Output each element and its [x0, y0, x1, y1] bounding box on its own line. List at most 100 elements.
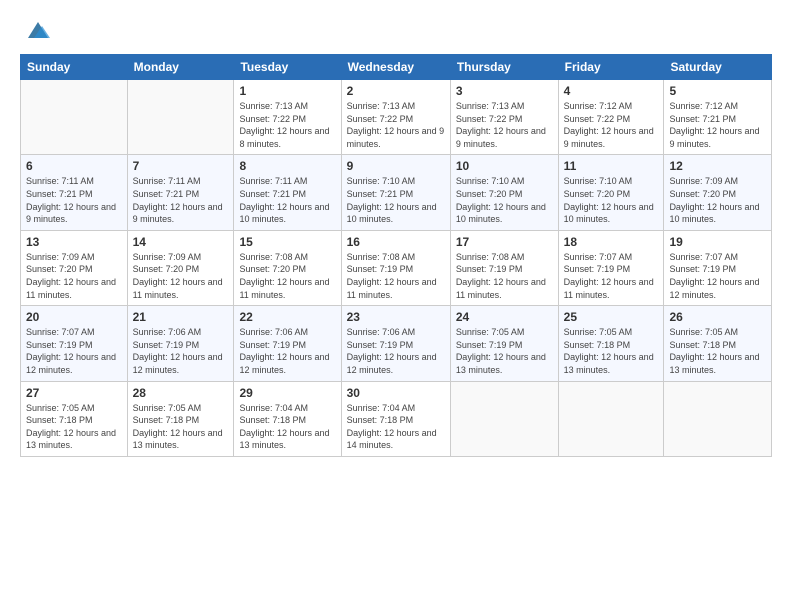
calendar-cell: 25 Sunrise: 7:05 AMSunset: 7:18 PMDayligh… — [558, 306, 664, 381]
day-number: 29 — [239, 386, 335, 400]
col-header-monday: Monday — [127, 55, 234, 80]
day-number: 30 — [347, 386, 445, 400]
day-number: 11 — [564, 159, 659, 173]
calendar-cell: 17 Sunrise: 7:08 AMSunset: 7:19 PMDayligh… — [450, 230, 558, 305]
day-info: Sunrise: 7:04 AMSunset: 7:18 PMDaylight:… — [347, 402, 445, 452]
day-number: 17 — [456, 235, 553, 249]
day-number: 18 — [564, 235, 659, 249]
week-row-5: 27 Sunrise: 7:05 AMSunset: 7:18 PMDayligh… — [21, 381, 772, 456]
day-number: 8 — [239, 159, 335, 173]
col-header-tuesday: Tuesday — [234, 55, 341, 80]
day-info: Sunrise: 7:11 AMSunset: 7:21 PMDaylight:… — [133, 175, 229, 225]
calendar-cell: 8Sunrise: 7:11 AMSunset: 7:21 PMDaylight… — [234, 155, 341, 230]
day-number: 10 — [456, 159, 553, 173]
day-number: 22 — [239, 310, 335, 324]
day-info: Sunrise: 7:13 AMSunset: 7:22 PMDaylight:… — [239, 100, 335, 150]
day-info: Sunrise: 7:11 AMSunset: 7:21 PMDaylight:… — [26, 175, 122, 225]
week-row-2: 6 Sunrise: 7:11 AMSunset: 7:21 PMDaylight… — [21, 155, 772, 230]
calendar-cell: 18 Sunrise: 7:07 AMSunset: 7:19 PMDayligh… — [558, 230, 664, 305]
calendar-cell: 1 Sunrise: 7:13 AMSunset: 7:22 PMDaylight… — [234, 80, 341, 155]
day-info: Sunrise: 7:12 AMSunset: 7:22 PMDaylight:… — [564, 100, 659, 150]
day-info: Sunrise: 7:13 AMSunset: 7:22 PMDaylight:… — [347, 100, 445, 150]
day-number: 6 — [26, 159, 122, 173]
header — [20, 16, 772, 44]
day-info: Sunrise: 7:05 AMSunset: 7:18 PMDaylight:… — [133, 402, 229, 452]
day-info: Sunrise: 7:07 AMSunset: 7:19 PMDaylight:… — [564, 251, 659, 301]
calendar-cell: 6 Sunrise: 7:11 AMSunset: 7:21 PMDaylight… — [21, 155, 128, 230]
day-number: 26 — [669, 310, 766, 324]
calendar-cell: 29 Sunrise: 7:04 AMSunset: 7:18 PMDayligh… — [234, 381, 341, 456]
day-number: 2 — [347, 84, 445, 98]
day-number: 23 — [347, 310, 445, 324]
calendar-cell: 9Sunrise: 7:10 AMSunset: 7:21 PMDaylight… — [341, 155, 450, 230]
day-info: Sunrise: 7:06 AMSunset: 7:19 PMDaylight:… — [347, 326, 445, 376]
day-info: Sunrise: 7:07 AMSunset: 7:19 PMDaylight:… — [669, 251, 766, 301]
day-number: 5 — [669, 84, 766, 98]
calendar-cell: 5 Sunrise: 7:12 AMSunset: 7:21 PMDaylight… — [664, 80, 772, 155]
calendar-cell: 23 Sunrise: 7:06 AMSunset: 7:19 PMDayligh… — [341, 306, 450, 381]
day-info: Sunrise: 7:12 AMSunset: 7:21 PMDaylight:… — [669, 100, 766, 150]
col-header-thursday: Thursday — [450, 55, 558, 80]
calendar-cell: 22 Sunrise: 7:06 AMSunset: 7:19 PMDayligh… — [234, 306, 341, 381]
logo-icon — [24, 16, 52, 44]
day-info: Sunrise: 7:04 AMSunset: 7:18 PMDaylight:… — [239, 402, 335, 452]
calendar-header-row: SundayMondayTuesdayWednesdayThursdayFrid… — [21, 55, 772, 80]
week-row-4: 20 Sunrise: 7:07 AMSunset: 7:19 PMDayligh… — [21, 306, 772, 381]
day-number: 7 — [133, 159, 229, 173]
calendar-cell: 16Sunrise: 7:08 AMSunset: 7:19 PMDayligh… — [341, 230, 450, 305]
day-number: 20 — [26, 310, 122, 324]
calendar-cell: 20 Sunrise: 7:07 AMSunset: 7:19 PMDayligh… — [21, 306, 128, 381]
day-info: Sunrise: 7:09 AMSunset: 7:20 PMDaylight:… — [669, 175, 766, 225]
day-info: Sunrise: 7:10 AMSunset: 7:20 PMDaylight:… — [564, 175, 659, 225]
day-number: 12 — [669, 159, 766, 173]
page: SundayMondayTuesdayWednesdayThursdayFrid… — [0, 0, 792, 612]
day-number: 1 — [239, 84, 335, 98]
day-info: Sunrise: 7:06 AMSunset: 7:19 PMDaylight:… — [133, 326, 229, 376]
calendar-cell: 15 Sunrise: 7:08 AMSunset: 7:20 PMDayligh… — [234, 230, 341, 305]
day-info: Sunrise: 7:08 AMSunset: 7:19 PMDaylight:… — [347, 251, 445, 301]
calendar-cell: 24 Sunrise: 7:05 AMSunset: 7:19 PMDayligh… — [450, 306, 558, 381]
calendar-cell: 19Sunrise: 7:07 AMSunset: 7:19 PMDayligh… — [664, 230, 772, 305]
calendar-cell: 30 Sunrise: 7:04 AMSunset: 7:18 PMDayligh… — [341, 381, 450, 456]
day-info: Sunrise: 7:07 AMSunset: 7:19 PMDaylight:… — [26, 326, 122, 376]
day-number: 27 — [26, 386, 122, 400]
day-info: Sunrise: 7:05 AMSunset: 7:19 PMDaylight:… — [456, 326, 553, 376]
col-header-saturday: Saturday — [664, 55, 772, 80]
calendar-cell: 28 Sunrise: 7:05 AMSunset: 7:18 PMDayligh… — [127, 381, 234, 456]
day-info: Sunrise: 7:09 AMSunset: 7:20 PMDaylight:… — [26, 251, 122, 301]
calendar-cell — [664, 381, 772, 456]
calendar-cell: 21Sunrise: 7:06 AMSunset: 7:19 PMDayligh… — [127, 306, 234, 381]
logo — [20, 16, 52, 44]
calendar-cell: 3Sunrise: 7:13 AMSunset: 7:22 PMDaylight… — [450, 80, 558, 155]
calendar-cell: 11 Sunrise: 7:10 AMSunset: 7:20 PMDayligh… — [558, 155, 664, 230]
calendar-cell: 10 Sunrise: 7:10 AMSunset: 7:20 PMDayligh… — [450, 155, 558, 230]
calendar-cell — [558, 381, 664, 456]
calendar-cell: 4 Sunrise: 7:12 AMSunset: 7:22 PMDaylight… — [558, 80, 664, 155]
day-info: Sunrise: 7:05 AMSunset: 7:18 PMDaylight:… — [564, 326, 659, 376]
calendar-table: SundayMondayTuesdayWednesdayThursdayFrid… — [20, 54, 772, 457]
day-number: 9 — [347, 159, 445, 173]
day-number: 25 — [564, 310, 659, 324]
calendar-cell: 12 Sunrise: 7:09 AMSunset: 7:20 PMDayligh… — [664, 155, 772, 230]
calendar-cell: 26 Sunrise: 7:05 AMSunset: 7:18 PMDayligh… — [664, 306, 772, 381]
day-info: Sunrise: 7:08 AMSunset: 7:20 PMDaylight:… — [239, 251, 335, 301]
col-header-friday: Friday — [558, 55, 664, 80]
day-info: Sunrise: 7:05 AMSunset: 7:18 PMDaylight:… — [26, 402, 122, 452]
day-number: 15 — [239, 235, 335, 249]
day-info: Sunrise: 7:06 AMSunset: 7:19 PMDaylight:… — [239, 326, 335, 376]
calendar-cell: 13Sunrise: 7:09 AMSunset: 7:20 PMDayligh… — [21, 230, 128, 305]
day-number: 24 — [456, 310, 553, 324]
day-number: 28 — [133, 386, 229, 400]
day-number: 14 — [133, 235, 229, 249]
day-info: Sunrise: 7:10 AMSunset: 7:20 PMDaylight:… — [456, 175, 553, 225]
week-row-1: 1 Sunrise: 7:13 AMSunset: 7:22 PMDaylight… — [21, 80, 772, 155]
calendar-cell — [450, 381, 558, 456]
day-info: Sunrise: 7:05 AMSunset: 7:18 PMDaylight:… — [669, 326, 766, 376]
calendar-cell: 27 Sunrise: 7:05 AMSunset: 7:18 PMDayligh… — [21, 381, 128, 456]
day-info: Sunrise: 7:08 AMSunset: 7:19 PMDaylight:… — [456, 251, 553, 301]
calendar-cell — [21, 80, 128, 155]
day-number: 4 — [564, 84, 659, 98]
calendar-cell: 2 Sunrise: 7:13 AMSunset: 7:22 PMDaylight… — [341, 80, 450, 155]
day-info: Sunrise: 7:09 AMSunset: 7:20 PMDaylight:… — [133, 251, 229, 301]
day-number: 3 — [456, 84, 553, 98]
